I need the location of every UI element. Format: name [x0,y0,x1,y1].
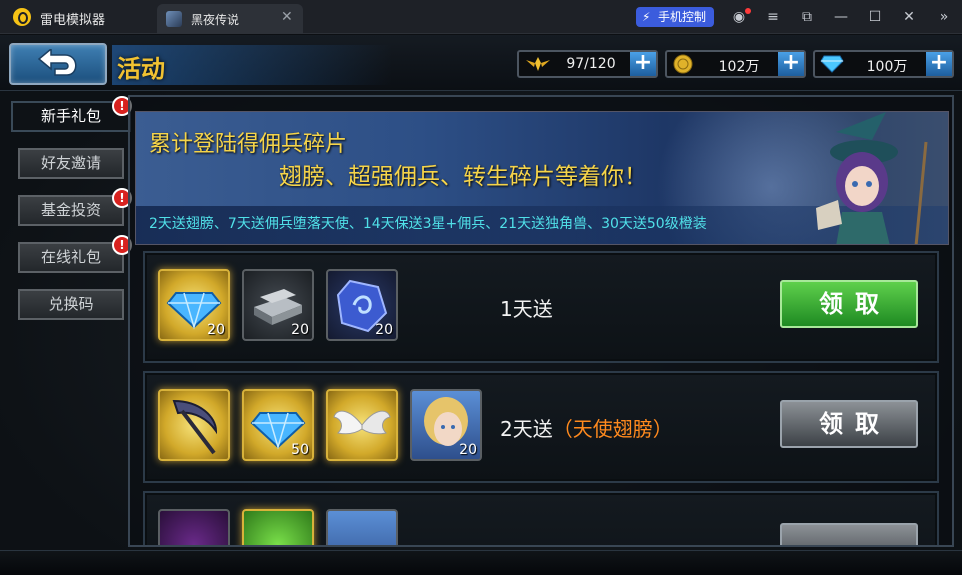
ldplayer-logo-icon [13,8,31,26]
claim-button[interactable] [780,523,918,545]
gold-box: 102万 + [665,50,806,78]
hero-portrait-icon[interactable] [326,509,398,545]
item-count: 20 [291,322,309,338]
iron-ingot-icon[interactable]: 20 [242,269,314,341]
add-stamina-button[interactable]: + [630,52,656,76]
gold-value: 102万 [718,59,760,75]
emulator-titlebar: 雷电模拟器 黑夜传说 ✕ ⚡ 手机控制 ◉ ≡ ⧉ — ☐ ✕ » [0,0,962,34]
reward-row: 20 20 20 1天送 领取 [143,251,939,363]
add-diamond-button[interactable]: + [926,52,952,76]
reward-day-text: 1天送 [500,293,553,322]
angel-wings-icon[interactable] [326,389,398,461]
login-reward-banner: 累计登陆得佣兵碎片 翅膀、超强佣兵、转生碎片等着你！ 2天送翅膀、7天送佣兵堕落… [135,111,949,245]
item-count: 20 [375,322,393,338]
diamond-box: 100万 + [813,50,954,78]
witch-character-illustration [816,112,928,244]
blue-diamond-icon[interactable]: 50 [242,389,314,461]
tab-close-icon[interactable]: ✕ [281,9,293,25]
lightning-icon: ⚡ [642,10,651,24]
menu-item-online-gift[interactable]: 在线礼包 [18,242,124,273]
activity-menu: 新手礼包 ! 好友邀请 基金投资 ! 在线礼包 ! 兑换码 [9,91,134,575]
maximize-icon[interactable]: ☐ [865,7,885,27]
game-screen: 活动 97/120 + 102万 + 100万 + 新手礼包 ! 好友邀请 基金… [0,35,962,575]
tab-label: 黑夜传说 [191,13,240,27]
notification-dot [745,8,751,14]
claim-button[interactable]: 领取 [780,280,918,328]
menu-item-label: 新手礼包 [40,107,101,125]
expand-sidebar-icon[interactable]: » [934,7,954,27]
reward-note: （天使翅膀） [552,417,673,441]
blue-diamond-icon[interactable]: 20 [158,269,230,341]
item-count: 50 [291,442,309,458]
stamina-value: 97/120 [566,56,616,72]
remote-control-label: 手机控制 [658,10,707,24]
back-button[interactable] [9,43,107,85]
menu-icon[interactable]: ≡ [763,7,783,27]
popout-icon[interactable]: ⧉ [797,7,817,27]
add-gold-button[interactable]: + [778,52,804,76]
diamond-value: 100万 [866,59,908,75]
scythe-icon[interactable] [158,389,230,461]
activity-panel: 累计登陆得佣兵碎片 翅膀、超强佣兵、转生碎片等着你！ 2天送翅膀、7天送佣兵堕落… [128,95,954,547]
banner-headline: 累计登陆得佣兵碎片 [149,132,348,157]
green-gem-icon[interactable] [242,509,314,545]
remote-control-button[interactable]: ⚡ 手机控制 [636,7,714,27]
minimize-icon[interactable]: — [831,7,851,27]
diamond-icon [820,55,844,73]
menu-item-label: 在线礼包 [40,248,101,266]
reward-day-label: 1天送 [500,297,553,321]
close-window-icon[interactable]: ✕ [899,7,919,27]
rune-stone-icon[interactable]: 20 [326,269,398,341]
purple-item-icon[interactable] [158,509,230,545]
gold-coin-icon [673,54,693,74]
menu-item-label: 基金投资 [40,201,101,219]
banner-schedule-text: 2天送翅膀、7天送佣兵堕落天使、14天保送3星+佣兵、21天送独角兽、30天送5… [149,216,707,232]
menu-item-fund-invest[interactable]: 基金投资 [18,195,124,226]
claim-button[interactable]: 领取 [780,400,918,448]
page-title: 活动 [117,55,165,83]
tab-game[interactable]: 黑夜传说 ✕ [157,4,303,34]
item-count: 20 [207,322,225,338]
menu-item-redeem-code[interactable]: 兑换码 [18,289,124,320]
back-arrow-icon [37,49,77,76]
game-topbar: 活动 97/120 + 102万 + 100万 + [0,35,962,91]
reward-day-label: 2天送 [500,417,553,441]
menu-item-label: 兑换码 [48,295,94,313]
game-bottombar [0,550,962,575]
reward-row [143,491,939,545]
winged-stamina-icon [526,57,550,71]
reward-day-text: 2天送（天使翅膀） [500,413,673,442]
menu-item-label: 好友邀请 [40,154,101,172]
reward-row: 50 20 2天送（天使翅膀） 领取 [143,371,939,483]
stamina-box: 97/120 + [517,50,658,78]
banner-subheadline: 翅膀、超强佣兵、转生碎片等着你！ [279,164,647,190]
menu-item-friend-invite[interactable]: 好友邀请 [18,148,124,179]
app-title: 雷电模拟器 [40,13,106,28]
item-count: 20 [459,442,477,458]
game-icon [166,11,182,27]
hero-portrait-icon[interactable]: 20 [410,389,482,461]
